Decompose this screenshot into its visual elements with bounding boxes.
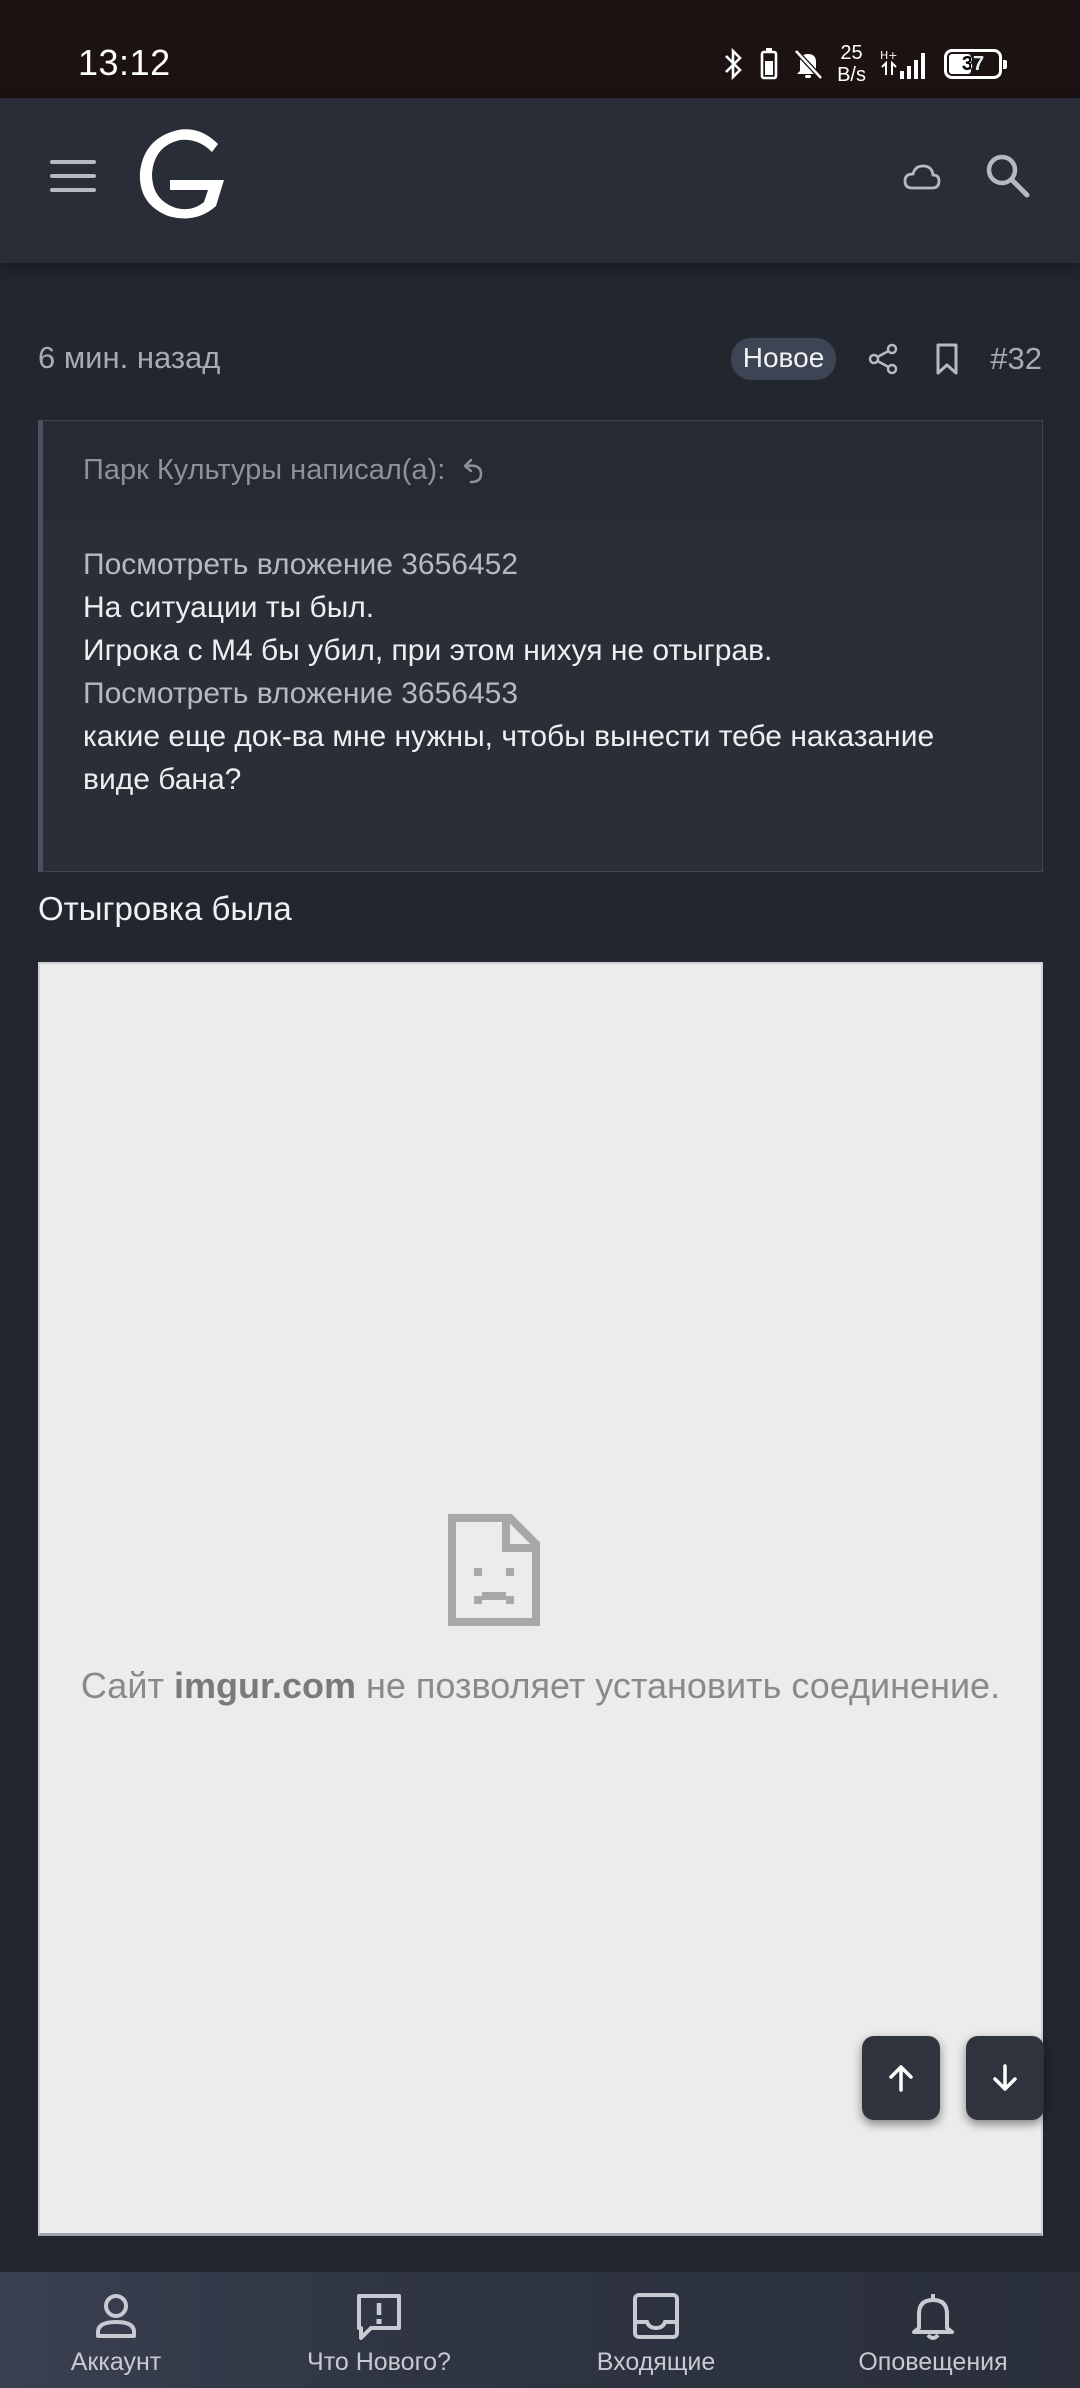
attachment-link-2[interactable]: Посмотреть вложение 3656453 — [83, 672, 1002, 715]
error-suffix: не позволяет установить соединение. — [366, 1665, 1001, 1706]
post-time[interactable]: 6 мин. назад — [38, 340, 220, 376]
nav-inbox-label: Входящие — [596, 2348, 716, 2376]
bottom-navigation: Аккаунт Что Нового? Входящие Оповещения — [0, 2272, 1080, 2388]
svg-text:H+: H+ — [880, 49, 898, 62]
whats-new-icon — [357, 2294, 401, 2340]
quote-line-2: Игрока с М4 бы убил, при этом нихуя не о… — [83, 634, 773, 667]
nav-alerts-label: Оповещения — [858, 2348, 1008, 2376]
arrow-up-icon — [889, 2065, 913, 2092]
mute-icon — [794, 49, 823, 80]
net-speed: 25 B/s — [837, 42, 866, 86]
menu-icon — [50, 160, 96, 164]
nav-whats-new[interactable]: Что Нового? — [269, 2290, 489, 2377]
go-to-quote-icon[interactable] — [459, 456, 485, 484]
net-speed-unit: B/s — [837, 64, 866, 86]
site-logo[interactable] — [130, 124, 238, 224]
quote-block: Парк Культуры написал(а): Посмотреть вло… — [38, 420, 1043, 872]
post-reply-text: Отыгровка была — [38, 890, 292, 927]
search-icon[interactable] — [984, 152, 1030, 198]
quote-header[interactable]: Парк Культуры написал(а): — [43, 421, 1042, 519]
app-header — [0, 98, 1080, 263]
new-badge: Новое — [730, 338, 837, 380]
battery-level: 37 — [961, 52, 985, 75]
nav-whats-new-label: Что Нового? — [307, 2348, 451, 2376]
quote-body: Посмотреть вложение 3656452 На ситуации … — [43, 519, 1042, 801]
quote-author[interactable]: Парк Культуры написал(а): — [83, 454, 445, 487]
post-meta-actions: Новое #32 — [730, 338, 1042, 380]
nav-account[interactable]: Аккаунт — [6, 2290, 226, 2377]
inbox-icon — [633, 2293, 679, 2339]
net-speed-value: 25 — [840, 42, 863, 64]
signal-icon: H+ — [880, 49, 925, 79]
menu-button[interactable] — [50, 160, 96, 196]
bookmark-icon[interactable] — [932, 342, 962, 376]
bluetooth-icon — [725, 47, 742, 81]
error-prefix: Сайт — [80, 1665, 164, 1706]
sad-page-icon — [448, 1514, 540, 1626]
battery-indicator: 37 — [944, 49, 1007, 79]
bell-icon — [912, 2294, 954, 2340]
post-number[interactable]: #32 — [990, 341, 1042, 377]
quote-line-3: какие еще док-ва мне нужны, чтобы вынест… — [83, 720, 935, 796]
nav-alerts[interactable]: Оповещения — [823, 2290, 1043, 2377]
nav-account-label: Аккаунт — [70, 2348, 162, 2376]
scroll-bottom-button[interactable] — [966, 2036, 1044, 2120]
status-time: 13:12 — [78, 42, 171, 83]
share-icon[interactable] — [866, 342, 900, 376]
nav-inbox[interactable]: Входящие — [546, 2290, 766, 2377]
battery-saver-icon — [760, 48, 778, 80]
connection-error-message: Сайт imgur.com не позволяет установить с… — [40, 1664, 1041, 1708]
error-domain: imgur.com — [173, 1665, 356, 1706]
status-icons: 25 B/s H+ 37 — [723, 36, 1007, 92]
attachment-link-1[interactable]: Посмотреть вложение 3656452 — [83, 543, 1002, 586]
quote-line-1: На ситуации ты был. — [83, 591, 375, 624]
account-icon — [96, 2294, 136, 2338]
cloud-icon[interactable] — [902, 162, 942, 192]
status-bar: 13:12 25 B/s H+ 37 — [0, 0, 1080, 98]
arrow-down-icon — [993, 2064, 1017, 2091]
scroll-top-button[interactable] — [862, 2036, 940, 2120]
